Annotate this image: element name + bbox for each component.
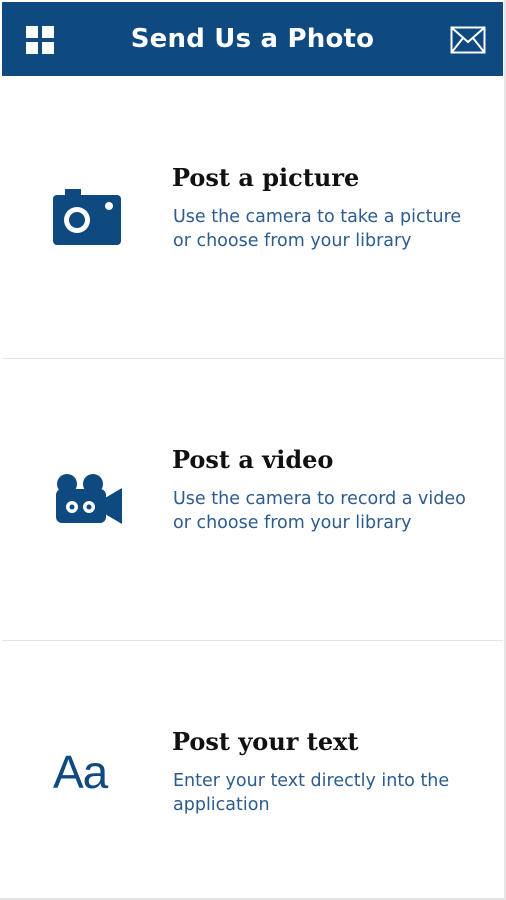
page-title: Send Us a Photo — [130, 24, 375, 54]
option-description: Use the camera to record a video or choo… — [173, 489, 466, 533]
option-title: Post a video — [172, 445, 334, 474]
camera-icon — [53, 189, 123, 245]
top-app-bar: Send Us a Photo — [2, 2, 503, 76]
option-title: Post a picture — [172, 163, 360, 192]
video-camera-icon — [53, 473, 123, 529]
text-icon: Aa — [53, 746, 108, 798]
post-picture-option[interactable]: Post a picture Use the camera to take a … — [2, 77, 503, 358]
option-title: Post your text — [172, 727, 359, 756]
option-description: Use the camera to take a picture or choo… — [173, 207, 462, 251]
app-screen: Send Us a Photo Post a picture Use the c… — [0, 0, 506, 900]
post-video-option[interactable]: Post a video Use the camera to record a … — [2, 358, 503, 640]
post-text-option[interactable]: Aa Post your text Enter your text direct… — [2, 640, 503, 897]
option-description: Enter your text directly into the applic… — [173, 771, 450, 815]
grid-menu-icon[interactable] — [26, 26, 54, 54]
envelope-icon[interactable] — [450, 26, 486, 54]
